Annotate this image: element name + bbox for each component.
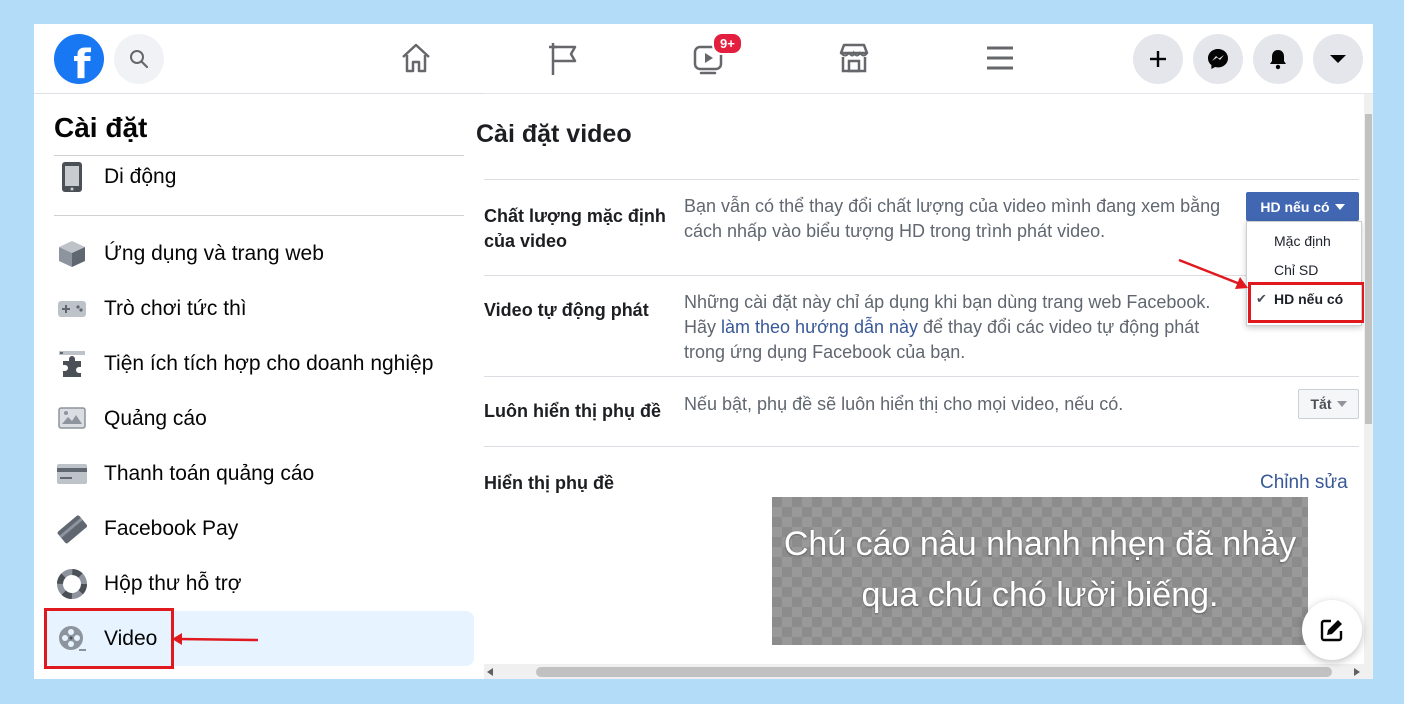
captions-select[interactable]: Tắt	[1298, 389, 1359, 419]
scroll-right-icon	[1354, 668, 1360, 676]
logo-letter: f	[73, 42, 91, 84]
sidebar-item-label: Facebook Pay	[104, 516, 239, 540]
create-button[interactable]	[1133, 34, 1183, 84]
divider	[484, 376, 1359, 377]
notifications-icon	[1270, 50, 1286, 70]
gamepad-icon	[54, 291, 90, 327]
quality-select-value: HD nếu có	[1260, 198, 1330, 215]
divider	[484, 446, 1359, 447]
account-caret-icon	[1330, 55, 1346, 63]
sidebar-item-apps-websites[interactable]: Ứng dụng và trang web	[44, 226, 474, 281]
new-message-button[interactable]	[1302, 600, 1362, 660]
sidebar-title: Cài đặt	[54, 112, 148, 143]
annotation-arrow-right	[1178, 258, 1248, 289]
sidebar-item-label: Tiện ích tích hợp cho doanh nghiệp	[104, 351, 434, 375]
setting-label-autoplay: Video tự động phát	[484, 300, 649, 320]
vertical-scrollbar[interactable]	[1364, 94, 1373, 679]
nav-menu[interactable]	[980, 38, 1020, 78]
messenger-button[interactable]	[1193, 34, 1243, 84]
quality-option-default[interactable]: Mặc định	[1247, 227, 1361, 255]
plus-icon	[1150, 51, 1166, 67]
sidebar-item-label: Ứng dụng và trang web	[104, 241, 324, 265]
setting-label-default-quality: Chất lượng mặc định của video	[484, 206, 666, 252]
caption-preview: Chú cáo nâu nhanh nhẹn đã nhảy qua chú c…	[772, 497, 1308, 645]
page-title: Cài đặt video	[476, 120, 632, 148]
highlight-box-hd-option	[1248, 282, 1365, 323]
facebook-logo[interactable]: f	[54, 34, 104, 84]
autoplay-guide-link[interactable]: làm theo hướng dẫn này	[721, 317, 918, 337]
business-integrations-icon	[54, 346, 90, 382]
nav-marketplace[interactable]	[834, 38, 874, 78]
sidebar-item-label: Di động	[104, 164, 177, 188]
compose-icon	[1320, 619, 1343, 642]
quality-option-sd-only[interactable]: Chỉ SD	[1247, 256, 1361, 284]
ads-icon	[54, 401, 90, 437]
nav-home[interactable]	[396, 38, 436, 78]
sidebar-item-label: Hộp thư hỗ trợ	[104, 571, 242, 595]
pages-flag-icon	[549, 43, 577, 75]
option-label: Chỉ SD	[1274, 262, 1319, 278]
caption-preview-text: Chú cáo nâu nhanh nhẹn đã nhảy qua chú c…	[783, 525, 1297, 614]
quality-select[interactable]: HD nếu có	[1246, 192, 1359, 221]
sidebar-item-business-integrations[interactable]: Tiện ích tích hợp cho doanh nghiệp	[44, 336, 474, 391]
app-window: f 9+ Cài đặt Di động Ứng dụng và trang w…	[34, 24, 1373, 679]
sidebar-item-support-inbox[interactable]: Hộp thư hỗ trợ	[44, 556, 474, 611]
nav-watch[interactable]: 9+	[688, 32, 743, 78]
sidebar-item-label: Thanh toán quảng cáo	[104, 461, 315, 485]
notifications-button[interactable]	[1253, 34, 1303, 84]
sidebar-item-ads[interactable]: Quảng cáo	[44, 391, 474, 446]
chevron-down-icon	[1334, 203, 1345, 210]
lifebuoy-icon	[54, 566, 90, 602]
video-settings-panel: Cài đặt video Chất lượng mặc định của vi…	[476, 94, 1373, 679]
sidebar-item-label: Quảng cáo	[104, 406, 207, 430]
top-navigation-bar: f 9+	[34, 24, 1373, 94]
sidebar-item-instant-games[interactable]: Trò chơi tức thì	[44, 281, 474, 336]
chevron-down-icon	[1336, 401, 1347, 407]
home-icon	[402, 43, 430, 73]
search-icon	[130, 50, 149, 69]
account-button[interactable]	[1313, 34, 1363, 84]
setting-desc-always-captions: Nếu bật, phụ đề sẽ luôn hiển thị cho mọi…	[684, 394, 1124, 414]
horizontal-scrollbar[interactable]	[484, 664, 1364, 679]
credit-card-icon	[54, 456, 90, 492]
sidebar-item-label: Trò chơi tức thì	[104, 296, 247, 320]
setting-desc-default-quality: Bạn vẫn có thể thay đổi chất lượng của v…	[684, 196, 1221, 242]
settings-sidebar: Cài đặt Di động Ứng dụng và trang web Tr…	[34, 94, 484, 679]
sidebar-divider	[54, 215, 464, 216]
watch-notification-badge: 9+	[712, 32, 743, 55]
option-label: Mặc định	[1274, 233, 1331, 249]
apps-cube-icon	[54, 236, 90, 272]
scrollbar-thumb[interactable]	[536, 667, 1332, 677]
highlight-box-video	[44, 608, 174, 669]
sidebar-item-facebook-pay[interactable]: Facebook Pay	[44, 501, 474, 556]
divider	[484, 179, 1359, 180]
setting-label-always-captions: Luôn hiển thị phụ đề	[484, 401, 661, 421]
scroll-left-icon	[487, 668, 493, 676]
facebook-pay-icon	[54, 511, 90, 547]
mobile-icon	[54, 159, 90, 195]
annotation-arrow-left	[172, 633, 259, 645]
scrollbar-thumb[interactable]	[1365, 114, 1372, 424]
marketplace-icon	[839, 43, 869, 73]
messenger-icon	[1208, 49, 1228, 69]
search-button[interactable]	[114, 34, 164, 84]
edit-captions-link[interactable]: Chỉnh sửa	[1260, 472, 1348, 494]
setting-desc-autoplay: Những cài đặt này chỉ áp dụng khi bạn dù…	[684, 290, 1244, 366]
setting-label-caption-display: Hiển thị phụ đề	[484, 473, 614, 493]
sidebar-item-mobile[interactable]: Di động	[44, 149, 474, 204]
sidebar-item-ads-payments[interactable]: Thanh toán quảng cáo	[44, 446, 474, 501]
captions-select-value: Tắt	[1310, 396, 1332, 412]
menu-icon	[987, 46, 1013, 70]
nav-pages[interactable]	[544, 38, 584, 78]
